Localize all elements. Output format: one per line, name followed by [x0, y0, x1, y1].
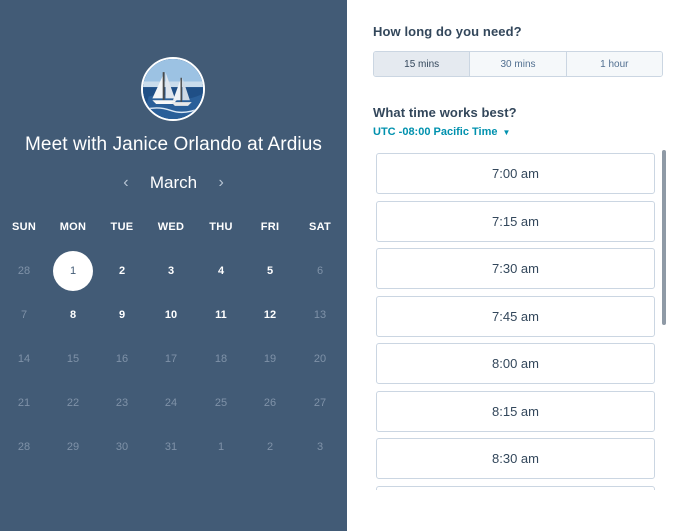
- calendar-day: 13: [313, 309, 327, 321]
- calendar-day: 21: [17, 397, 31, 409]
- calendar-day[interactable]: 2: [102, 251, 142, 291]
- duration-selector: 15 mins 30 mins 1 hour: [373, 51, 663, 77]
- time-slot-list: 7:00 am 7:15 am 7:30 am 7:45 am 8:00 am 8:15 …: [376, 153, 656, 490]
- calendar-day: 30: [115, 441, 129, 453]
- caret-down-icon: ▼: [502, 127, 511, 137]
- calendar-panel: Meet with Janice Orlando at Ardius ‹ Mar…: [0, 0, 347, 531]
- time-heading: What time works best?: [373, 105, 517, 120]
- time-slot[interactable]: 7:45 am: [376, 295, 655, 337]
- calendar-day[interactable]: 5: [250, 251, 290, 291]
- duration-heading: How long do you need?: [373, 24, 522, 39]
- calendar-day: 16: [115, 353, 129, 365]
- time-slot[interactable]: 8:00 am: [376, 343, 655, 384]
- calendar-day: 7: [20, 309, 28, 321]
- calendar-day-selected[interactable]: 1: [53, 251, 93, 291]
- calendar-day: 27: [313, 397, 327, 409]
- calendar-day[interactable]: 4: [201, 251, 241, 291]
- calendar-grid: 28 1 2 3 4 5 6 7 8 9 10 11 12 13 14 15 16 17 18 19 20 21 22 23 2…: [0, 0, 347, 531]
- timezone-dropdown[interactable]: UTC -08:00 Pacific Time ▼: [373, 126, 510, 138]
- calendar-day[interactable]: 3: [151, 251, 191, 291]
- calendar-day: 31: [164, 441, 178, 453]
- calendar-day: 3: [316, 441, 324, 453]
- calendar-day: 22: [66, 397, 80, 409]
- calendar-day: 1: [217, 441, 225, 453]
- time-slot[interactable]: 8:30 am: [376, 438, 655, 479]
- calendar-day[interactable]: 9: [102, 295, 142, 335]
- scrollbar[interactable]: [662, 150, 667, 325]
- duration-option[interactable]: 30 mins: [469, 52, 566, 76]
- calendar-day: 15: [66, 353, 80, 365]
- time-slot[interactable]: [376, 485, 655, 490]
- duration-option[interactable]: 15 mins: [374, 52, 470, 76]
- calendar-day[interactable]: 8: [53, 295, 93, 335]
- time-slot[interactable]: 7:30 am: [376, 248, 655, 289]
- calendar-day: 18: [214, 353, 228, 365]
- calendar-day: 28: [17, 441, 31, 453]
- scrollbar-thumb[interactable]: [662, 150, 666, 325]
- time-slot[interactable]: 7:00 am: [376, 153, 655, 194]
- calendar-day: 6: [316, 265, 324, 277]
- calendar-day: 26: [263, 397, 277, 409]
- booking-panel: How long do you need? 15 mins 30 mins 1 ho…: [347, 0, 692, 531]
- calendar-day: 25: [214, 397, 228, 409]
- calendar-day: 20: [313, 353, 327, 365]
- duration-option[interactable]: 1 hour: [565, 52, 662, 76]
- calendar-day: 14: [17, 353, 31, 365]
- calendar-day: 24: [164, 397, 178, 409]
- calendar-day: 28: [17, 265, 31, 277]
- calendar-day[interactable]: 11: [201, 295, 241, 335]
- time-slot[interactable]: 8:15 am: [376, 390, 655, 432]
- calendar-day[interactable]: 12: [250, 295, 290, 335]
- calendar-day: 29: [66, 441, 80, 453]
- calendar-day: 19: [263, 353, 277, 365]
- time-slot[interactable]: 7:15 am: [376, 200, 655, 242]
- calendar-day[interactable]: 10: [151, 295, 191, 335]
- calendar-day: 23: [115, 397, 129, 409]
- calendar-day: 2: [266, 441, 274, 453]
- calendar-day: 17: [164, 353, 178, 365]
- timezone-label: UTC -08:00 Pacific Time: [373, 126, 498, 138]
